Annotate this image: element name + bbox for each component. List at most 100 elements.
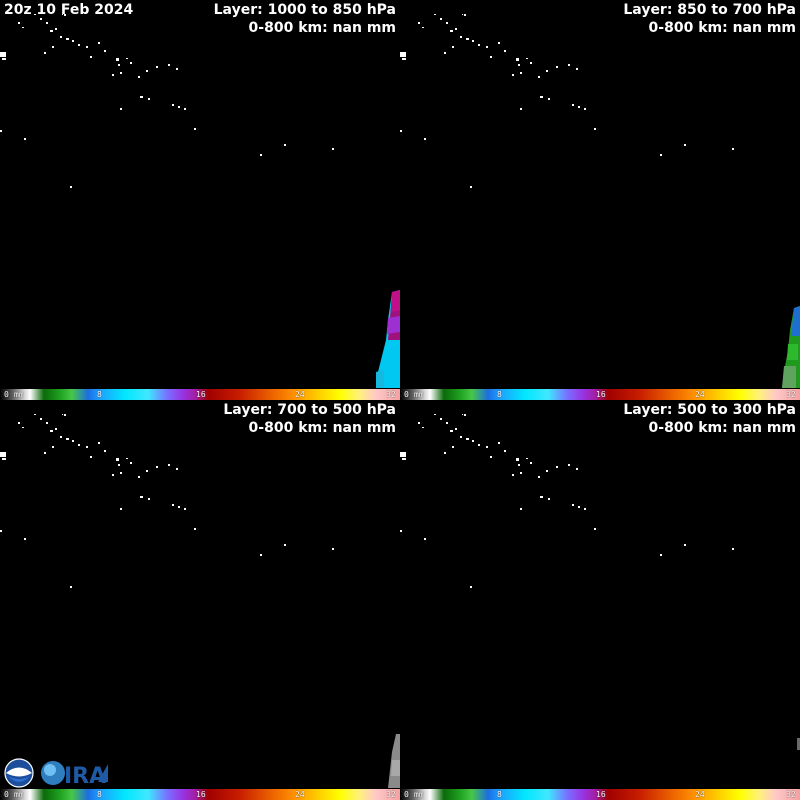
island-speck: [504, 50, 506, 52]
island-speck: [118, 464, 120, 466]
island-speck: [18, 422, 20, 424]
island-speck: [172, 104, 174, 106]
island-speck: [66, 438, 69, 440]
island-speck: [284, 144, 286, 146]
island-speck: [504, 450, 506, 452]
island-speck: [60, 36, 62, 38]
island-speck: [452, 446, 454, 448]
map-islands: [400, 414, 800, 750]
island-speck: [72, 40, 74, 42]
island-speck: [400, 52, 406, 57]
island-speck: [148, 98, 150, 100]
island-speck: [732, 148, 734, 150]
island-speck: [455, 428, 457, 430]
island-speck: [50, 30, 53, 32]
layer-title: Layer: 850 to 700 hPa: [623, 2, 796, 18]
island-speck: [518, 464, 520, 466]
panel-500-300: Layer: 500 to 300 hPa 0-800 km: nan mm 0…: [400, 400, 800, 800]
island-speck: [462, 14, 463, 15]
island-speck: [422, 427, 424, 428]
island-speck: [520, 508, 522, 510]
island-speck: [172, 504, 174, 506]
island-speck: [44, 452, 46, 454]
moisture-field-1000-850: [376, 290, 400, 388]
island-speck: [516, 458, 519, 461]
island-speck: [530, 62, 532, 64]
colorbar-unit: mm: [14, 790, 24, 799]
map-islands: [0, 14, 400, 388]
island-speck: [194, 128, 196, 130]
island-speck: [464, 14, 466, 16]
island-speck: [400, 130, 402, 132]
island-speck: [490, 456, 492, 458]
island-speck: [584, 508, 586, 510]
island-speck: [440, 18, 442, 20]
colorbar-tick-16: 16: [596, 790, 606, 799]
colorbar-tick-16: 16: [196, 790, 206, 799]
colorbar: 0 mm 8 16 24 32: [0, 789, 400, 800]
layer-title: Layer: 1000 to 850 hPa: [213, 2, 396, 18]
island-speck: [450, 430, 453, 432]
island-speck: [24, 138, 26, 140]
colorbar-tick-32: 32: [786, 790, 796, 799]
island-speck: [156, 66, 158, 68]
island-speck: [455, 28, 457, 30]
colorbar: 0 mm 8 16 24 32: [400, 389, 800, 400]
island-speck: [176, 68, 178, 70]
island-speck: [52, 446, 54, 448]
island-speck: [118, 64, 120, 66]
panel-1000-850: 20z 10 Feb 2024 Layer: 1000 to 850 hPa 0…: [0, 0, 400, 400]
island-speck: [52, 46, 54, 48]
colorbar-tick-8: 8: [97, 790, 102, 799]
island-speck: [176, 468, 178, 470]
island-speck: [660, 554, 662, 556]
island-speck: [556, 66, 558, 68]
colorbar-tick-8: 8: [497, 390, 502, 399]
island-speck: [40, 418, 42, 420]
colorbar: 0 mm 8 16 24 32: [0, 389, 400, 400]
island-speck: [44, 52, 46, 54]
island-speck: [60, 436, 62, 438]
island-speck: [424, 138, 426, 140]
island-speck: [450, 30, 453, 32]
island-speck: [446, 422, 448, 424]
island-speck: [332, 148, 334, 150]
colorbar-tick-24: 24: [295, 390, 305, 399]
island-speck: [594, 128, 596, 130]
map-islands: [400, 14, 800, 388]
island-speck: [460, 436, 462, 438]
island-speck: [526, 458, 528, 459]
island-speck: [576, 468, 578, 470]
island-speck: [146, 470, 148, 472]
colorbar-unit: mm: [414, 390, 424, 399]
layer-title: Layer: 500 to 300 hPa: [623, 402, 796, 418]
island-speck: [572, 104, 574, 106]
island-speck: [434, 14, 436, 15]
island-speck: [168, 464, 170, 466]
island-speck: [472, 40, 474, 42]
layer-summary: 0-800 km: nan mm: [648, 420, 796, 436]
layer-title: Layer: 700 to 500 hPa: [223, 402, 396, 418]
island-speck: [518, 64, 520, 66]
island-speck: [660, 154, 662, 156]
colorbar-unit: mm: [14, 390, 24, 399]
island-speck: [120, 108, 122, 110]
island-speck: [120, 72, 122, 74]
island-speck: [112, 474, 114, 476]
island-speck: [138, 76, 140, 78]
island-speck: [418, 422, 420, 424]
island-speck: [168, 64, 170, 66]
island-speck: [86, 446, 88, 448]
island-speck: [156, 466, 158, 468]
cira-logo: IRA: [41, 761, 108, 789]
island-speck: [540, 96, 543, 98]
island-speck: [34, 414, 36, 415]
island-speck: [520, 108, 522, 110]
island-speck: [464, 414, 466, 416]
island-speck: [400, 452, 406, 457]
island-speck: [520, 72, 522, 74]
island-speck: [0, 52, 6, 57]
island-speck: [116, 58, 119, 61]
island-speck: [540, 496, 543, 498]
island-speck: [486, 446, 488, 448]
